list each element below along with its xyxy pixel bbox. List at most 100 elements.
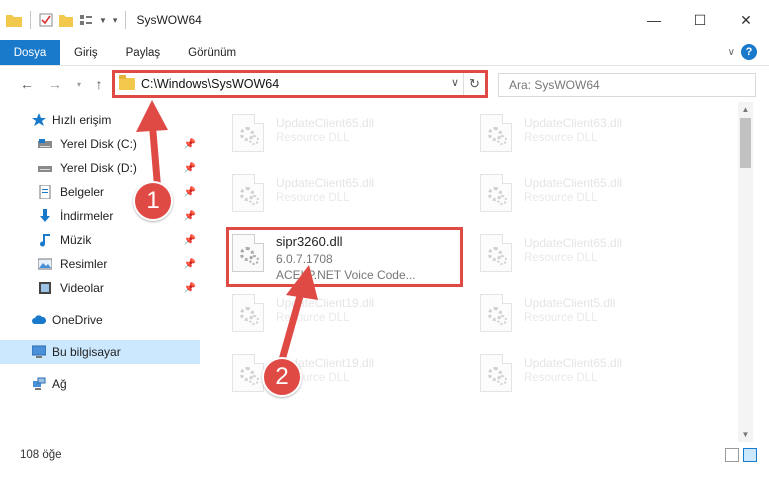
refresh-icon[interactable]: ↻ xyxy=(463,73,485,95)
tab-file[interactable]: Dosya xyxy=(0,40,60,65)
drive-icon xyxy=(38,139,52,148)
file-type: Resource DLL xyxy=(524,312,598,324)
step-1-badge: 1 xyxy=(133,181,173,221)
nav-quick-access[interactable]: Hızlı erişim xyxy=(0,108,200,132)
folder-icon xyxy=(6,15,22,27)
file-name: UpdateClient65.dll xyxy=(276,116,375,130)
file-type: Resource DLL xyxy=(276,192,350,204)
view-switcher xyxy=(725,448,757,462)
search-placeholder: Ara: SysWOW64 xyxy=(509,78,600,92)
dll-file-icon xyxy=(480,114,512,152)
dll-file-icon xyxy=(232,114,264,152)
nav-videos[interactable]: Videolar 📌 xyxy=(0,276,200,300)
pin-icon[interactable]: 📌 xyxy=(184,259,196,270)
pin-icon[interactable]: 📌 xyxy=(184,187,196,198)
file-type: Resource DLL xyxy=(524,192,598,204)
help-icon[interactable]: ? xyxy=(741,44,757,60)
tab-view[interactable]: Görünüm xyxy=(174,40,250,65)
scroll-up-icon[interactable]: ▲ xyxy=(738,102,753,117)
list-item[interactable]: UpdateClient65.dll Resource DLL xyxy=(470,348,700,398)
pin-icon[interactable]: 📌 xyxy=(184,235,196,246)
nav-onedrive[interactable]: OneDrive xyxy=(0,308,200,332)
tab-home[interactable]: Giriş xyxy=(60,40,112,65)
pin-icon[interactable]: 📌 xyxy=(184,163,196,174)
ribbon-right: ∨ ? xyxy=(728,44,757,60)
computer-icon xyxy=(32,345,46,358)
details-view-icon[interactable] xyxy=(725,448,739,462)
list-item[interactable]: UpdateClient19.dll Resource DLL xyxy=(222,348,452,398)
nav-drive-c[interactable]: Yerel Disk (C:) 📌 xyxy=(0,132,200,156)
nav-label: OneDrive xyxy=(52,313,103,327)
cloud-icon xyxy=(32,315,46,324)
scroll-thumb[interactable] xyxy=(740,118,751,168)
close-button[interactable]: ✕ xyxy=(723,0,769,40)
window-title: SysWOW64 xyxy=(136,13,202,27)
status-bar: 108 öğe xyxy=(0,442,769,468)
nav-label: İndirmeler xyxy=(60,209,114,223)
pictures-icon xyxy=(38,258,52,270)
list-item[interactable]: UpdateClient65.dll Resource DLL xyxy=(470,168,700,218)
step-2-badge: 2 xyxy=(262,357,302,397)
nav-label: Belgeler xyxy=(60,185,105,199)
pin-icon[interactable]: 📌 xyxy=(184,211,196,222)
address-bar[interactable]: C:\Windows\SysWOW64 ∨ ↻ xyxy=(112,70,488,98)
download-icon xyxy=(40,209,50,222)
nav-label: Hızlı erişim xyxy=(52,113,112,127)
forward-arrow-icon[interactable]: → xyxy=(46,74,64,94)
nav-pictures[interactable]: Resimler 📌 xyxy=(0,252,200,276)
item-count: 108 öğe xyxy=(20,449,62,461)
recent-locations-icon[interactable]: ▾ xyxy=(70,74,88,94)
up-arrow-icon[interactable]: ↑ xyxy=(90,74,108,94)
new-folder-icon[interactable] xyxy=(59,13,73,27)
file-type: Resource DLL xyxy=(276,132,350,144)
nav-network[interactable]: Ağ xyxy=(0,372,200,396)
videos-icon xyxy=(39,282,51,294)
file-name: UpdateClient63.dll xyxy=(524,116,623,130)
nav-label: Resimler xyxy=(60,257,108,271)
pin-icon[interactable]: 📌 xyxy=(184,139,196,150)
list-item[interactable]: UpdateClient65.dll Resource DLL xyxy=(222,108,452,158)
drive-icon xyxy=(38,166,52,172)
nav-drive-d[interactable]: Yerel Disk (D:) 📌 xyxy=(0,156,200,180)
nav-label: Videolar xyxy=(60,281,104,295)
address-row: ← → ▾ ↑ C:\Windows\SysWOW64 ∨ ↻ Ara: Sys… xyxy=(0,66,769,102)
chevron-down-icon[interactable]: ▼ xyxy=(99,16,107,25)
ribbon-tabs: Dosya Giriş Paylaş Görünüm ∨ ? xyxy=(0,40,769,66)
documents-icon xyxy=(39,185,51,199)
list-item[interactable]: UpdateClient19.dll Resource DLL xyxy=(222,288,452,338)
address-dropdown-icon[interactable]: ∨ xyxy=(451,76,459,89)
scroll-down-icon[interactable]: ▼ xyxy=(738,427,753,442)
quick-access-toolbar: ▼ ▾ xyxy=(0,0,128,40)
highlight-box xyxy=(226,227,463,287)
list-item[interactable]: UpdateClient5.dll Resource DLL xyxy=(470,288,700,338)
minimize-button[interactable]: — xyxy=(631,0,677,40)
view-options-icon[interactable] xyxy=(79,13,93,27)
customize-toolbar-icon[interactable]: ▾ xyxy=(113,15,118,26)
network-icon xyxy=(33,377,46,390)
tiles-view-icon[interactable] xyxy=(743,448,757,462)
file-name: UpdateClient65.dll xyxy=(524,176,623,190)
nav-label: Yerel Disk (C:) xyxy=(60,137,137,151)
vertical-scrollbar[interactable]: ▲ ▼ xyxy=(738,102,753,442)
expand-ribbon-icon[interactable]: ∨ xyxy=(728,47,735,58)
folder-icon xyxy=(119,75,135,90)
music-icon xyxy=(40,234,50,247)
list-item[interactable]: UpdateClient63.dll Resource DLL xyxy=(470,108,700,158)
nav-this-pc[interactable]: Bu bilgisayar xyxy=(0,340,200,364)
dll-file-icon xyxy=(480,234,512,272)
toolbar-divider xyxy=(125,11,127,29)
search-input[interactable]: Ara: SysWOW64 xyxy=(498,73,756,97)
maximize-button[interactable]: ☐ xyxy=(677,0,723,40)
toolbar-divider xyxy=(30,11,31,29)
properties-icon[interactable] xyxy=(39,13,53,27)
nav-music[interactable]: Müzik 📌 xyxy=(0,228,200,252)
back-arrow-icon[interactable]: ← xyxy=(18,74,36,94)
pin-icon[interactable]: 📌 xyxy=(184,283,196,294)
list-item[interactable]: UpdateClient65.dll Resource DLL xyxy=(222,168,452,218)
tab-share[interactable]: Paylaş xyxy=(112,40,175,65)
dll-file-icon xyxy=(480,294,512,332)
nav-label: Yerel Disk (D:) xyxy=(60,161,137,175)
file-name: UpdateClient19.dll xyxy=(276,296,375,310)
dll-file-icon xyxy=(232,354,264,392)
list-item[interactable]: UpdateClient65.dll Resource DLL xyxy=(470,228,700,278)
